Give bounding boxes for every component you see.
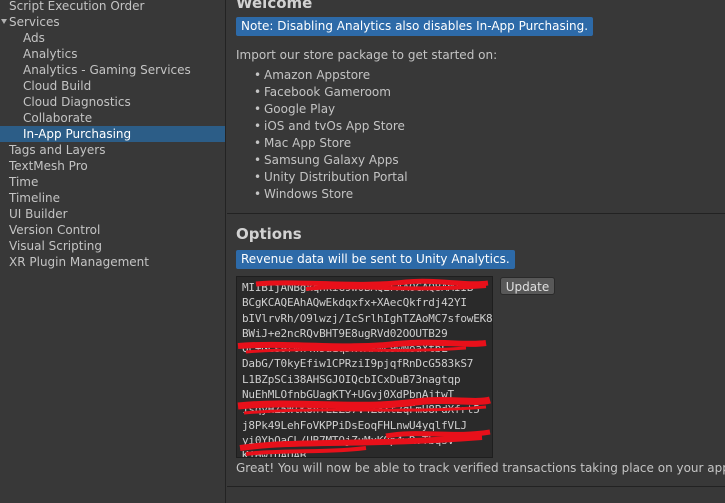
- sidebar-item-label: TextMesh Pro: [9, 159, 88, 173]
- store-list-item: • Unity Distribution Portal: [254, 169, 408, 186]
- store-name: Facebook Gameroom: [264, 85, 391, 99]
- bullet-icon: •: [254, 187, 262, 201]
- license-key-line: Qc+GCs9r0h4W5a1qDNvAPwc9wNoaYtbL: [242, 342, 448, 356]
- sidebar-item-label: Visual Scripting: [9, 239, 102, 253]
- license-key-line: NuEhMLOfnbGUagKTY+UGvj0XdPbnAjtwT: [242, 388, 454, 402]
- license-key-line: MIIBIjANBgkqhkiG9w0BAQEFAAOCAQ8AMIIB: [242, 281, 474, 294]
- store-list-item: • Google Play: [254, 101, 335, 118]
- bullet-icon: •: [254, 170, 262, 184]
- sidebar-item-label: Analytics: [23, 47, 78, 61]
- store-list-item: • Samsung Galaxy Apps: [254, 152, 399, 169]
- sidebar-item-textmesh-pro[interactable]: TextMesh Pro: [0, 158, 225, 174]
- sidebar-item-analytics-gaming-services[interactable]: Analytics - Gaming Services: [0, 62, 225, 78]
- sidebar-item-ads[interactable]: Ads: [0, 30, 225, 46]
- sidebar-item-label: Collaborate: [23, 111, 93, 125]
- sidebar-item-analytics[interactable]: Analytics: [0, 46, 225, 62]
- store-name: Unity Distribution Portal: [264, 170, 408, 184]
- bullet-icon: •: [254, 102, 262, 116]
- license-key-field[interactable]: MIIBIjANBgkqhkiG9w0BAQEFAAOCAQ8AMIIB BCgK…: [236, 276, 493, 458]
- license-key-line: j8Pk49LehFoVKPPiDsEoqFHLnwU4yqlfVLJ: [242, 418, 467, 432]
- sidebar-item-in-app-purchasing[interactable]: In-App Purchasing: [0, 126, 225, 142]
- store-name: Google Play: [264, 102, 336, 116]
- license-key-line: DabG/T0kyEfiw1CPRziI9pjqfRnDcG583kS7: [242, 357, 474, 371]
- bullet-icon: •: [254, 119, 262, 133]
- store-name: Samsung Galaxy Apps: [264, 153, 399, 167]
- section-divider: [227, 213, 725, 214]
- store-list-item: • Amazon Appstore: [254, 67, 370, 84]
- license-key-line: 1sqyHZ5WlK8nfL2ZS7V4Z8Xt2qFmU8PdXfrt5: [242, 403, 480, 417]
- sidebar-item-label: Ads: [23, 31, 45, 45]
- license-key-line: L1BZpSCi38AHSGJOIQcbICxDuB73nagtqp: [242, 372, 461, 386]
- bullet-icon: •: [254, 68, 262, 82]
- license-key-line: KjHwIDAQAB: [242, 449, 307, 458]
- bottom-divider: [227, 486, 725, 487]
- sidebar-item-label: Script Execution Order: [9, 0, 145, 13]
- store-list-item: • Mac App Store: [254, 135, 351, 152]
- sidebar-item-tags-and-layers[interactable]: Tags and Layers: [0, 142, 225, 158]
- store-intro-text: Import our store package to get started …: [236, 48, 498, 62]
- sidebar-item-label: Analytics - Gaming Services: [23, 63, 191, 77]
- sidebar-item-label: Services: [9, 15, 60, 29]
- sidebar-item-services[interactable]: Services: [0, 14, 225, 30]
- sidebar-item-label: Timeline: [9, 191, 61, 205]
- sidebar-item-label: UI Builder: [9, 207, 68, 221]
- sidebar-item-label: Cloud Diagnostics: [23, 95, 131, 109]
- license-key-line: BCgKCAQEAhAQwEkdqxfx+XAecQkfrdj42YI: [242, 296, 467, 310]
- sidebar-item-label: Time: [9, 175, 39, 189]
- success-message: Great! You will now be able to track ver…: [236, 461, 725, 475]
- store-name: Windows Store: [264, 187, 354, 201]
- store-name: Mac App Store: [264, 136, 352, 150]
- sidebar-item-label: Cloud Build: [23, 79, 92, 93]
- bullet-icon: •: [254, 85, 262, 99]
- bullet-icon: •: [254, 136, 262, 150]
- expand-arrow-icon[interactable]: [1, 19, 7, 24]
- options-heading: Options: [236, 225, 302, 243]
- sidebar-item-collaborate[interactable]: Collaborate: [0, 110, 225, 126]
- sidebar-item-label: Tags and Layers: [9, 143, 106, 157]
- iap-settings-panel: Welcome Note: Disabling Analytics also d…: [227, 0, 725, 503]
- analytics-note: Note: Disabling Analytics also disables …: [236, 17, 594, 36]
- store-name: iOS and tvOs App Store: [264, 119, 405, 133]
- store-list-item: • Facebook Gameroom: [254, 84, 391, 101]
- bullet-icon: •: [254, 153, 262, 167]
- sidebar-item-script-execution-order[interactable]: Script Execution Order: [0, 0, 225, 14]
- store-list-item: • Windows Store: [254, 186, 353, 203]
- sidebar-item-cloud-build[interactable]: Cloud Build: [0, 78, 225, 94]
- sidebar-item-version-control[interactable]: Version Control: [0, 222, 225, 238]
- sidebar-item-label: XR Plugin Management: [9, 255, 149, 269]
- welcome-heading: Welcome: [236, 0, 313, 12]
- sidebar-item-label: In-App Purchasing: [23, 127, 132, 141]
- update-button[interactable]: Update: [500, 277, 555, 295]
- sidebar-item-timeline[interactable]: Timeline: [0, 190, 225, 206]
- license-key-line: yi0YbQaCL/UB7MTOjZuMxK0p4wRvTbqsV: [242, 433, 454, 447]
- sidebar-item-label: Version Control: [9, 223, 101, 237]
- revenue-note: Revenue data will be sent to Unity Analy…: [236, 250, 515, 269]
- sidebar-item-ui-builder[interactable]: UI Builder: [0, 206, 225, 222]
- store-list-item: • iOS and tvOs App Store: [254, 118, 405, 135]
- sidebar-item-xr-plugin-management[interactable]: XR Plugin Management: [0, 254, 225, 270]
- sidebar-item-visual-scripting[interactable]: Visual Scripting: [0, 238, 225, 254]
- license-key-line: bIVlrvRh/O9lwzj/IcSrlhIghTZAoMC7sfowEK8: [242, 311, 493, 325]
- license-key-line: BWiJ+e2ncRQvBHT9E8ugRVd02OOUTB29: [242, 326, 448, 340]
- settings-sidebar: Script Execution Order Services Ads Analyti…: [0, 0, 226, 503]
- store-name: Amazon Appstore: [264, 68, 371, 82]
- sidebar-item-cloud-diagnostics[interactable]: Cloud Diagnostics: [0, 94, 225, 110]
- sidebar-item-time[interactable]: Time: [0, 174, 225, 190]
